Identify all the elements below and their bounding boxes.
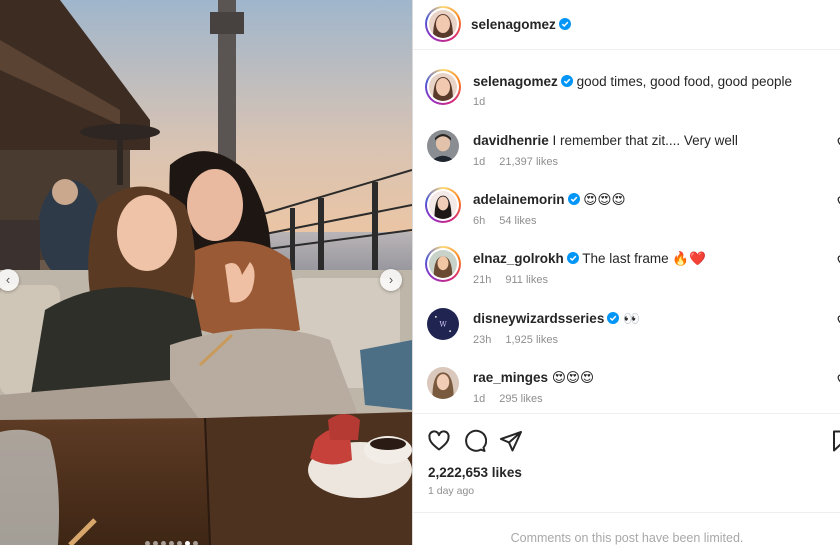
comment-age[interactable]: 6h xyxy=(473,215,485,227)
comment-text: I remember that zit.... Very well xyxy=(552,133,738,148)
commenter-avatar[interactable]: W xyxy=(427,308,459,340)
commenter-avatar[interactable] xyxy=(427,130,459,162)
post-sidebar: selenagomez selenagomez good times, good… xyxy=(412,0,840,545)
carousel-dot xyxy=(193,541,198,545)
verified-badge-icon xyxy=(566,252,579,264)
post-header: selenagomez xyxy=(413,0,840,50)
comment-bubble-icon[interactable] xyxy=(463,429,487,453)
carousel-dot xyxy=(153,541,158,545)
commenter-avatar[interactable] xyxy=(427,367,459,399)
comment-row: davidhenrie I remember that zit.... Very… xyxy=(413,125,840,183)
comment-like-count[interactable]: 54 likes xyxy=(499,215,536,227)
comment-like-count[interactable]: 21,397 likes xyxy=(499,156,558,168)
like-count[interactable]: 2,222,653 likes xyxy=(428,465,522,480)
commenter-username[interactable]: rae_minges xyxy=(473,370,548,385)
comment-row: Wdisneywizardsseries 👀 23h 1,925 likes xyxy=(413,303,840,361)
comment-like-count[interactable]: 295 likes xyxy=(499,393,542,405)
bookmark-icon[interactable] xyxy=(829,429,840,453)
commenter-username[interactable]: disneywizardsseries xyxy=(473,311,604,326)
caption-username[interactable]: selenagomez xyxy=(473,74,558,89)
caption-avatar[interactable] xyxy=(425,69,461,105)
comments-limited-notice: Comments on this post have been limited. xyxy=(413,512,840,545)
commenter-username[interactable]: adelainemorin xyxy=(473,192,565,207)
comment-row: elnaz_golrokh The last frame 🔥❤️ 21h 911 l… xyxy=(413,243,840,301)
post-media[interactable]: ‹ › xyxy=(0,0,412,545)
paper-plane-icon[interactable] xyxy=(499,429,523,453)
caption-age: 1d xyxy=(473,96,486,108)
commenter-avatar[interactable] xyxy=(425,246,461,282)
carousel-dot xyxy=(177,541,182,545)
comment-like-count[interactable]: 1,925 likes xyxy=(505,334,558,346)
heart-icon[interactable] xyxy=(427,429,451,453)
post-timestamp[interactable]: 1 day ago xyxy=(428,485,474,497)
chevron-right-icon[interactable]: › xyxy=(380,269,402,291)
commenter-avatar[interactable] xyxy=(425,187,461,223)
comment-like-count[interactable]: 911 likes xyxy=(505,274,548,286)
author-username[interactable]: selenagomez xyxy=(471,17,556,32)
verified-badge-icon xyxy=(558,18,571,30)
comment-text: 😍😍😍 xyxy=(551,370,595,385)
comment-age[interactable]: 1d xyxy=(473,393,485,405)
caption-text: good times, good food, good people xyxy=(576,74,792,89)
carousel-dot xyxy=(145,541,150,545)
verified-badge-icon xyxy=(567,193,580,205)
carousel-indicator xyxy=(145,541,198,545)
post-caption: selenagomez good times, good food, good … xyxy=(413,65,840,115)
carousel-dot xyxy=(185,541,190,545)
comment-row: adelainemorin 😍😍😍 6h 54 likes xyxy=(413,184,840,242)
carousel-dot xyxy=(169,541,174,545)
comment-age[interactable]: 1d xyxy=(473,156,485,168)
commenter-username[interactable]: elnaz_golrokh xyxy=(473,251,564,266)
verified-badge-icon xyxy=(607,312,620,324)
carousel-dot xyxy=(161,541,166,545)
verified-badge-icon xyxy=(560,75,573,87)
post-photo xyxy=(0,0,412,545)
comment-age[interactable]: 21h xyxy=(473,274,491,286)
comment-age[interactable]: 23h xyxy=(473,334,491,346)
commenter-username[interactable]: davidhenrie xyxy=(473,133,549,148)
comment-row: rae_minges 😍😍😍 1d 295 likes xyxy=(413,362,840,420)
comment-text: 😍😍😍 xyxy=(583,192,626,207)
comment-text: The last frame 🔥❤️ xyxy=(582,251,706,266)
comment-text: 👀 xyxy=(623,311,640,326)
post-actions: 2,222,653 likes 1 day ago Comments on th… xyxy=(413,413,840,545)
svg-text:W: W xyxy=(439,320,447,329)
author-avatar[interactable] xyxy=(425,6,461,42)
